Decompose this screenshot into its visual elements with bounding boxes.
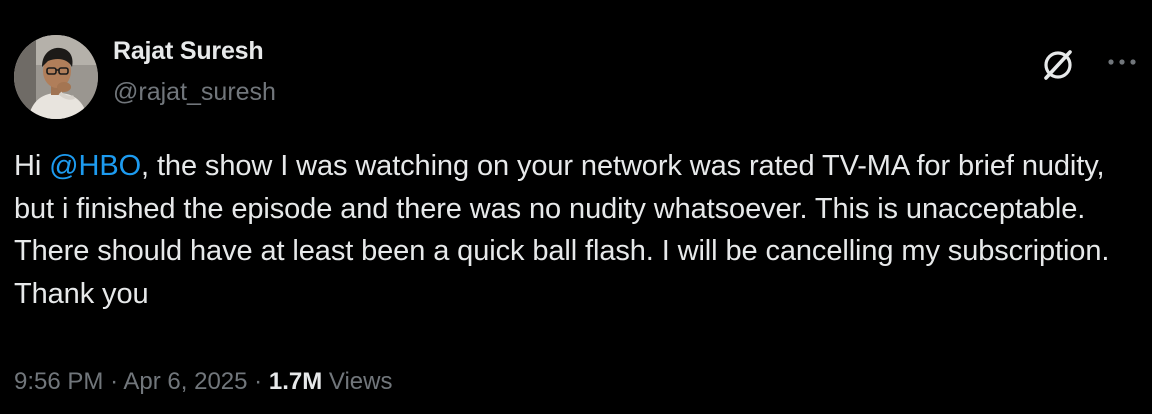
tweet: Rajat Suresh @rajat_suresh Hi @HBO, the … — [0, 0, 1152, 414]
handle[interactable]: @rajat_suresh — [113, 78, 276, 107]
mention-link[interactable]: @HBO — [49, 150, 141, 182]
timestamp-date[interactable]: Apr 6, 2025 — [123, 368, 247, 395]
more-icon[interactable] — [1104, 50, 1140, 74]
views-count[interactable]: 1.7M — [269, 368, 322, 395]
meta-separator: · — [110, 368, 119, 395]
avatar-image — [14, 35, 98, 119]
tweet-text: Hi @HBO, the show I was watching on your… — [14, 145, 1144, 315]
tweet-text-prefix: Hi — [14, 150, 50, 182]
tweet-metadata: 9:56 PM · Apr 6, 2025 · 1.7M Views — [14, 368, 392, 396]
avatar[interactable] — [14, 35, 98, 119]
meta-separator: · — [254, 368, 263, 395]
timestamp-time[interactable]: 9:56 PM — [14, 368, 103, 395]
grok-icon[interactable] — [1038, 44, 1078, 84]
tweet-text-body: , the show I was watching on your networ… — [14, 150, 1110, 310]
views-label[interactable]: Views — [329, 368, 393, 395]
display-name[interactable]: Rajat Suresh — [113, 37, 264, 66]
